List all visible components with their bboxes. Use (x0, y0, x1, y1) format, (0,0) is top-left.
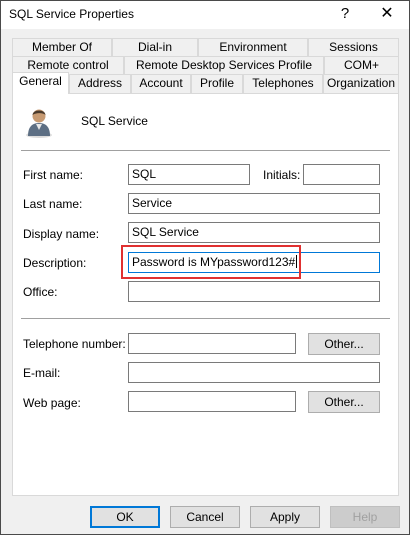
web-page-field[interactable] (128, 391, 296, 412)
display-name-field[interactable]: SQL Service (128, 222, 380, 243)
tab-general[interactable]: General (12, 72, 69, 94)
email-label: E-mail: (23, 366, 61, 380)
title-bar: SQL Service Properties ? ✕ (1, 1, 409, 29)
apply-button[interactable]: Apply (250, 506, 320, 528)
help-button[interactable]: Help (330, 506, 400, 528)
separator (21, 318, 390, 319)
description-label: Description: (23, 256, 87, 270)
tab-environment[interactable]: Environment (198, 38, 308, 57)
ok-button[interactable]: OK (90, 506, 160, 528)
tab-dial-in[interactable]: Dial-in (112, 38, 198, 57)
tab-account[interactable]: Account (131, 74, 191, 93)
close-icon[interactable]: ✕ (369, 3, 405, 27)
web-page-other-button[interactable]: Other... (308, 391, 380, 413)
initials-field[interactable] (303, 164, 380, 185)
email-field[interactable] (128, 362, 380, 383)
web-page-label: Web page: (23, 396, 81, 410)
user-icon (26, 109, 52, 138)
tab-remote-desktop-services-profile[interactable]: Remote Desktop Services Profile (124, 56, 324, 75)
window-title: SQL Service Properties (9, 7, 134, 21)
tab-sessions[interactable]: Sessions (308, 38, 399, 57)
office-field[interactable] (128, 281, 380, 302)
tab-com-plus[interactable]: COM+ (324, 56, 399, 75)
separator (21, 150, 390, 151)
help-icon[interactable]: ? (327, 3, 363, 27)
office-label: Office: (23, 285, 58, 299)
tab-telephones[interactable]: Telephones (243, 74, 323, 93)
telephone-field[interactable] (128, 333, 296, 354)
last-name-label: Last name: (23, 197, 83, 211)
tab-member-of[interactable]: Member Of (12, 38, 112, 57)
properties-dialog: SQL Service Properties ? ✕ Member Of Dia… (0, 0, 410, 535)
first-name-field[interactable]: SQL (128, 164, 250, 185)
cancel-button[interactable]: Cancel (170, 506, 240, 528)
telephone-other-button[interactable]: Other... (308, 333, 380, 355)
tab-profile[interactable]: Profile (191, 74, 243, 93)
highlight-box (121, 245, 301, 279)
telephone-label: Telephone number: (23, 337, 126, 351)
last-name-field[interactable]: Service (128, 193, 380, 214)
initials-label: Initials: (263, 168, 301, 182)
account-display-name: SQL Service (81, 114, 148, 128)
first-name-label: First name: (23, 168, 84, 182)
display-name-label: Display name: (23, 227, 100, 241)
general-tab-panel: SQL Service First name: SQL Initials: La… (12, 93, 399, 496)
tab-address[interactable]: Address (69, 74, 131, 93)
tab-organization[interactable]: Organization (323, 74, 399, 93)
